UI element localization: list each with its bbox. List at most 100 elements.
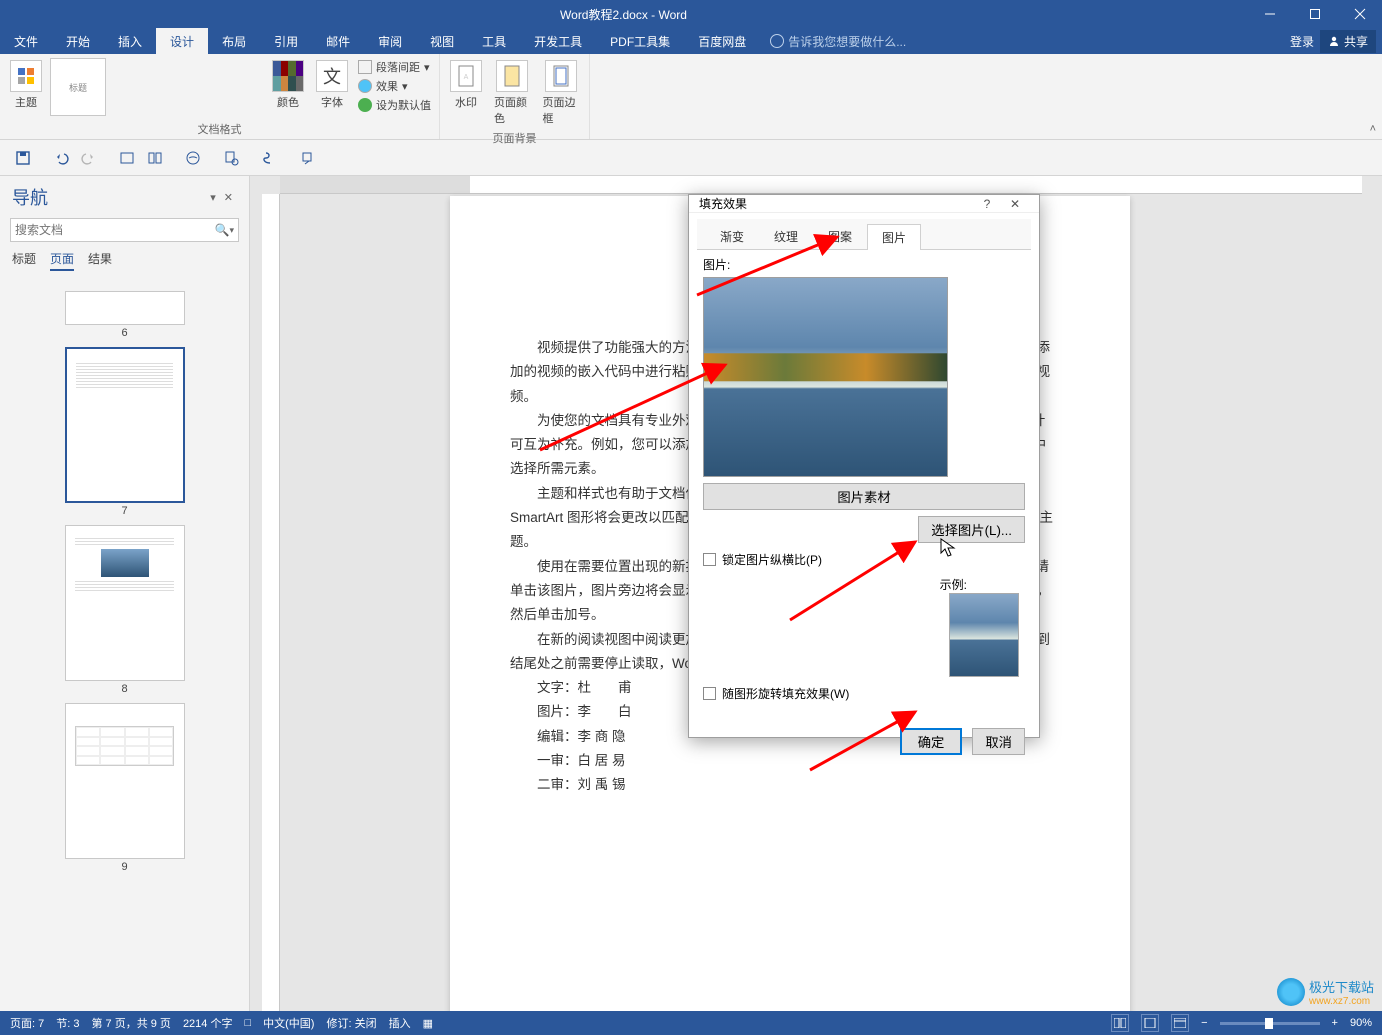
zoom-out-button[interactable]: − (1201, 1017, 1207, 1029)
tab-developer[interactable]: 开发工具 (520, 28, 596, 54)
theme-gallery[interactable]: 标题 (50, 58, 106, 116)
page-thumbnails[interactable]: 6 7 8 9 (0, 279, 249, 1011)
login-link[interactable]: 登录 (1290, 33, 1314, 50)
search-input[interactable] (15, 223, 215, 237)
qat-btn-4[interactable] (222, 149, 240, 167)
ok-button[interactable]: 确定 (900, 728, 963, 755)
tell-me-placeholder: 告诉我您想要做什么... (788, 33, 906, 50)
search-icon[interactable]: 🔍 (215, 223, 230, 237)
page-color-button[interactable]: 页面颜色 (490, 58, 535, 128)
status-macro[interactable]: ▦ (423, 1017, 433, 1030)
thumb-label-6: 6 (0, 327, 249, 339)
picture-material-button[interactable]: 图片素材 (703, 483, 1025, 510)
nav-tab-results[interactable]: 结果 (88, 250, 112, 271)
page-border-icon (545, 60, 577, 92)
status-section[interactable]: 节: 3 (56, 1015, 79, 1031)
tab-pdf[interactable]: PDF工具集 (596, 28, 684, 54)
themes-button[interactable]: 主题 (6, 58, 46, 112)
fonts-button[interactable]: 文 字体 (312, 58, 352, 112)
status-page[interactable]: 页面: 7 (10, 1015, 44, 1031)
page-border-button[interactable]: 页面边框 (539, 58, 584, 128)
status-page-of[interactable]: 第 7 页，共 9 页 (91, 1015, 170, 1031)
nav-tab-headings[interactable]: 标题 (12, 250, 36, 271)
tab-mail[interactable]: 邮件 (312, 28, 364, 54)
thumb-7[interactable] (65, 347, 185, 503)
group-doc-format-label: 文档格式 (6, 119, 433, 139)
paragraph-spacing-button[interactable]: 段落间距▾ (356, 58, 433, 76)
status-lang-icon[interactable]: □ (244, 1017, 251, 1029)
nav-close-button[interactable]: ✕ (220, 191, 237, 204)
page-color-icon (496, 60, 528, 92)
thumb-label-8: 8 (0, 683, 249, 695)
horizontal-ruler[interactable] (280, 176, 1362, 194)
zoom-level[interactable]: 90% (1350, 1017, 1372, 1029)
nav-search[interactable]: 🔍▾ (10, 218, 239, 242)
qat-btn-6[interactable] (298, 149, 316, 167)
svg-text:A: A (464, 74, 469, 81)
dialog-tab-pattern[interactable]: 图案 (813, 223, 867, 249)
tab-view[interactable]: 视图 (416, 28, 468, 54)
tab-layout[interactable]: 布局 (208, 28, 260, 54)
check-icon (358, 98, 372, 112)
tab-review[interactable]: 审阅 (364, 28, 416, 54)
dialog-tab-gradient[interactable]: 渐变 (705, 223, 759, 249)
select-picture-button[interactable]: 选择图片(L)... (918, 516, 1025, 543)
qat-btn-1[interactable] (118, 149, 136, 167)
status-insert[interactable]: 插入 (389, 1015, 411, 1031)
thumb-8[interactable] (65, 525, 185, 681)
view-web-button[interactable] (1171, 1014, 1189, 1032)
tab-file[interactable]: 文件 (0, 28, 52, 54)
meta-row: 二审：刘 禹 锡 (510, 773, 1055, 797)
colors-button[interactable]: 颜色 (268, 58, 308, 112)
close-button[interactable] (1337, 0, 1382, 28)
thumb-6[interactable] (65, 291, 185, 325)
group-page-bg-label: 页面背景 (446, 128, 583, 148)
vertical-ruler[interactable] (262, 194, 280, 1011)
set-default-button[interactable]: 设为默认值 (356, 96, 433, 114)
checkbox-icon (703, 553, 716, 566)
colors-icon (272, 60, 304, 92)
effects-button[interactable]: 效果▾ (356, 77, 433, 95)
zoom-in-button[interactable]: + (1332, 1017, 1338, 1029)
thumb-9[interactable] (65, 703, 185, 859)
dialog-tab-picture[interactable]: 图片 (867, 224, 921, 250)
redo-button[interactable] (80, 149, 98, 167)
tab-home[interactable]: 开始 (52, 28, 104, 54)
rotate-fill-checkbox[interactable]: 随图形旋转填充效果(W) (703, 685, 1025, 702)
tab-insert[interactable]: 插入 (104, 28, 156, 54)
lock-aspect-checkbox[interactable]: 锁定图片纵横比(P) (703, 551, 1025, 568)
tab-references[interactable]: 引用 (260, 28, 312, 54)
thumb-label-7: 7 (0, 505, 249, 517)
ribbon-tabs: 文件 开始 插入 设计 布局 引用 邮件 审阅 视图 工具 开发工具 PDF工具… (0, 28, 1382, 54)
collapse-ribbon-button[interactable]: ˄ (1370, 123, 1376, 135)
save-button[interactable] (14, 149, 32, 167)
minimize-button[interactable] (1247, 0, 1292, 28)
tab-baidu[interactable]: 百度网盘 (684, 28, 760, 54)
tab-tools[interactable]: 工具 (468, 28, 520, 54)
tab-design[interactable]: 设计 (156, 28, 208, 54)
window-title: Word教程2.docx - Word (0, 6, 1247, 23)
nav-dropdown[interactable]: ▾ (206, 191, 220, 204)
undo-button[interactable] (52, 149, 70, 167)
dialog-tab-texture[interactable]: 纹理 (759, 223, 813, 249)
cancel-button[interactable]: 取消 (972, 728, 1025, 755)
dialog-help-button[interactable]: ? (973, 197, 1001, 211)
view-print-button[interactable] (1141, 1014, 1159, 1032)
maximize-button[interactable] (1292, 0, 1337, 28)
qat-btn-5[interactable] (260, 149, 278, 167)
quick-access-toolbar (0, 140, 1382, 176)
qat-btn-3[interactable] (184, 149, 202, 167)
status-track[interactable]: 修订: 关闭 (326, 1015, 376, 1031)
title-bar: Word教程2.docx - Word (0, 0, 1382, 28)
nav-tab-pages[interactable]: 页面 (50, 250, 74, 271)
qat-btn-2[interactable] (146, 149, 164, 167)
share-button[interactable]: 共享 (1320, 30, 1376, 53)
status-words[interactable]: 2214 个字 (183, 1015, 233, 1031)
watermark-button[interactable]: A 水印 (446, 58, 486, 112)
view-read-button[interactable] (1111, 1014, 1129, 1032)
dialog-close-button[interactable]: ✕ (1001, 197, 1029, 211)
zoom-slider[interactable] (1220, 1022, 1320, 1025)
tell-me[interactable]: 告诉我您想要做什么... (760, 28, 916, 54)
nav-title: 导航 (12, 184, 48, 210)
status-lang[interactable]: 中文(中国) (263, 1015, 314, 1031)
